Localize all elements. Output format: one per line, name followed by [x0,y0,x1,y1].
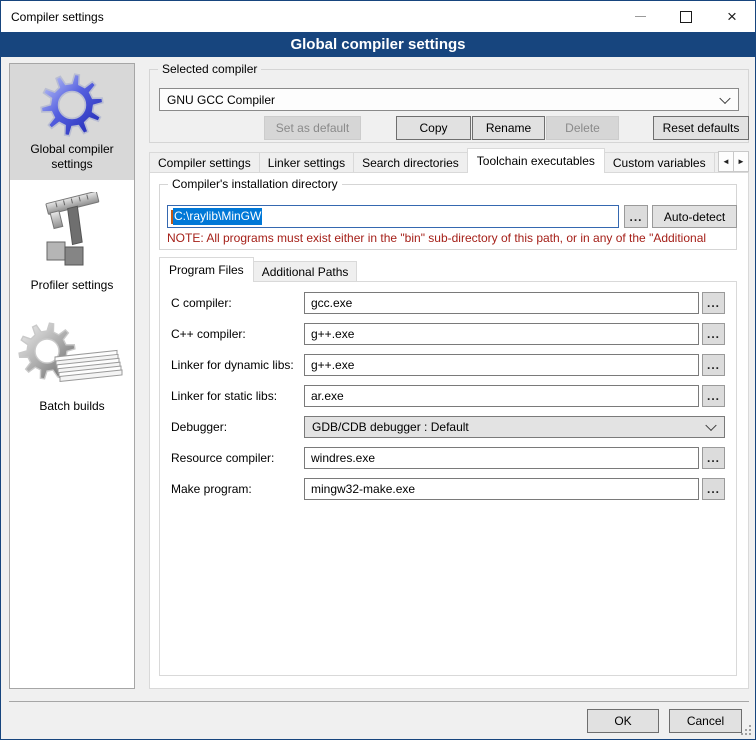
sidebar-item-batch-builds[interactable]: Batch builds [10,301,134,422]
static-linker-input[interactable] [304,385,699,407]
debugger-label: Debugger: [171,416,227,438]
gray-gear-stack-icon [17,317,127,395]
caption-buttons: × [617,1,755,32]
subtab-additional-paths[interactable]: Additional Paths [253,261,358,282]
static-linker-label: Linker for static libs: [171,385,277,407]
c-compiler-input[interactable] [304,292,699,314]
resource-compiler-input[interactable] [304,447,699,469]
tab-custom-variables[interactable]: Custom variables [604,152,715,173]
subtab-program-files[interactable]: Program Files [159,257,254,282]
sub-tabstrip: Program Files Additional Paths [159,258,737,282]
selected-compiler-legend: Selected compiler [158,62,261,76]
title-bar: Compiler settings × [1,1,755,32]
c-compiler-label: C compiler: [171,292,232,314]
compiler-select-value: GNU GCC Compiler [167,93,275,107]
reset-defaults-button[interactable]: Reset defaults [653,116,749,140]
resource-compiler-label: Resource compiler: [171,447,274,469]
c-compiler-browse-button[interactable]: ... [702,292,725,314]
tab-search-directories[interactable]: Search directories [353,152,468,173]
dynamic-linker-label: Linker for dynamic libs: [171,354,294,376]
debugger-select[interactable]: GDB/CDB debugger : Default [304,416,725,438]
cpp-compiler-input[interactable] [304,323,699,345]
tab-scroll-left-icon[interactable]: ◄ [718,151,734,172]
close-icon: × [727,8,737,25]
chevron-down-icon [705,420,716,431]
settings-sidebar: Global compiler settings Profiler settin… [9,63,135,689]
dynamic-linker-input[interactable] [304,354,699,376]
installation-directory-value: C:\raylib\MinGW [173,208,262,225]
copy-button[interactable]: Copy [396,116,471,140]
minimize-icon [635,16,646,17]
tab-linker-settings[interactable]: Linker settings [259,152,354,173]
cpp-compiler-browse-button[interactable]: ... [702,323,725,345]
cancel-button[interactable]: Cancel [669,709,742,733]
chevron-down-icon [719,92,730,103]
tab-toolchain-executables[interactable]: Toolchain executables [467,148,605,173]
window-title: Compiler settings [11,10,104,24]
dialog-header: Global compiler settings [1,32,755,57]
debugger-select-value: GDB/CDB debugger : Default [312,420,469,434]
directory-browse-button[interactable]: ... [624,205,648,228]
dynamic-linker-browse-button[interactable]: ... [702,354,725,376]
ok-button[interactable]: OK [587,709,659,733]
cpp-compiler-label: C++ compiler: [171,323,246,345]
dialog-header-title: Global compiler settings [290,36,465,53]
main-tabstrip: Compiler settings Linker settings Search… [149,149,749,173]
sidebar-item-global-compiler-settings[interactable]: Global compiler settings [10,64,134,180]
resize-grip[interactable] [741,725,752,736]
close-button[interactable]: × [709,1,755,32]
make-program-input[interactable] [304,478,699,500]
static-linker-browse-button[interactable]: ... [702,385,725,407]
maximize-icon [680,11,692,23]
bin-subdirectory-note: NOTE: All programs must exist either in … [167,231,735,245]
sidebar-item-label: Batch builds [39,399,104,413]
sidebar-item-label: Global compiler settings [30,142,113,171]
sidebar-item-label: Profiler settings [31,278,114,292]
installation-directory-legend: Compiler's installation directory [168,177,342,191]
tab-compiler-settings[interactable]: Compiler settings [149,152,260,173]
maximize-button[interactable] [663,1,709,32]
blue-gear-icon [39,72,105,138]
sidebar-item-profiler-settings[interactable]: Profiler settings [10,180,134,301]
tab-scroll-arrows: ◄ ► [719,151,749,172]
installation-directory-input[interactable]: C:\raylib\MinGW [167,205,619,228]
tab-scroll-right-icon[interactable]: ► [733,151,749,172]
rename-button[interactable]: Rename [472,116,545,140]
footer-divider [9,701,749,702]
caliper-icon [33,192,111,274]
delete-button[interactable]: Delete [546,116,619,140]
set-as-default-button[interactable]: Set as default [264,116,361,140]
resource-compiler-browse-button[interactable]: ... [702,447,725,469]
make-program-label: Make program: [171,478,252,500]
compiler-select[interactable]: GNU GCC Compiler [159,88,739,111]
make-program-browse-button[interactable]: ... [702,478,725,500]
auto-detect-button[interactable]: Auto-detect [652,205,737,228]
minimize-button[interactable] [617,1,663,32]
